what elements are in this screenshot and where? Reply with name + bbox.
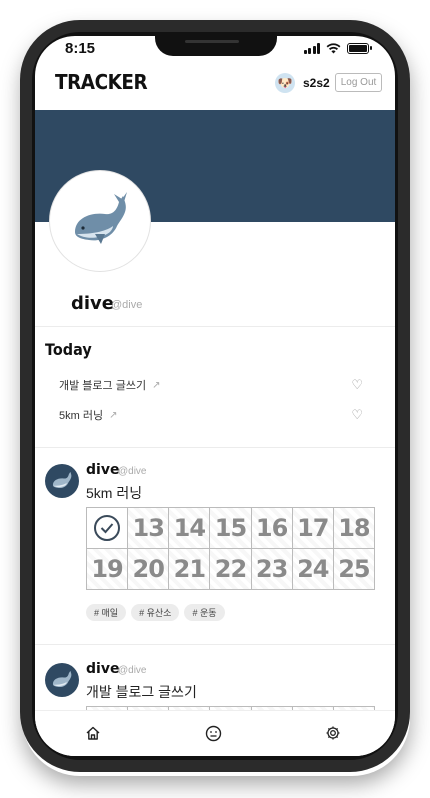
day-cell[interactable]: 24 <box>292 549 334 590</box>
tag-chip[interactable]: # 운동 <box>184 604 225 621</box>
day-cell[interactable]: 20 <box>128 549 170 590</box>
arrow-up-right-icon: ↗ <box>109 409 118 421</box>
day-cell[interactable]: 18 <box>333 508 375 549</box>
speaker-grill <box>185 40 239 43</box>
logout-button[interactable]: Log Out <box>335 73 382 92</box>
post-handle: @dive <box>118 665 147 676</box>
day-cell-checked[interactable] <box>87 508 129 549</box>
post-title[interactable]: 5km 러닝 <box>86 483 142 503</box>
check-icon <box>94 515 121 541</box>
smile-icon[interactable] <box>203 723 223 743</box>
day-cell[interactable]: 13 <box>128 508 170 549</box>
whale-icon <box>52 471 72 489</box>
day-cell[interactable]: 23 <box>251 549 293 590</box>
gear-icon[interactable] <box>323 723 343 743</box>
battery-icon <box>347 43 372 54</box>
status-time: 8:15 <box>65 40 96 57</box>
wifi-icon <box>326 43 341 54</box>
day-cell[interactable]: 25 <box>333 549 375 590</box>
user-avatar[interactable]: 🐶 <box>275 73 295 93</box>
signal-icon <box>303 43 320 54</box>
post-avatar[interactable] <box>45 464 79 498</box>
username-label[interactable]: s2s2 <box>303 76 330 90</box>
heart-icon[interactable]: ♡ <box>351 377 363 393</box>
tag-chip[interactable]: # 유산소 <box>131 604 180 621</box>
today-item[interactable]: 5km 러닝 ↗ ♡ <box>59 406 363 424</box>
habit-calendar: 13 14 15 16 17 18 19 20 21 22 23 24 25 <box>86 507 375 590</box>
whale-icon <box>52 670 72 688</box>
day-cell[interactable]: 15 <box>210 508 252 549</box>
heart-icon[interactable]: ♡ <box>351 407 363 423</box>
today-item-label: 개발 블로그 글쓰기 <box>59 380 147 392</box>
profile-avatar <box>49 170 151 272</box>
notch <box>155 36 277 56</box>
post-title[interactable]: 개발 블로그 글쓰기 <box>86 682 197 702</box>
post-handle: @dive <box>118 466 147 477</box>
profile-name: dive <box>71 293 114 314</box>
post-author[interactable]: dive <box>86 462 119 478</box>
status-icons <box>303 43 372 54</box>
day-cell[interactable]: 14 <box>169 508 211 549</box>
post-author[interactable]: dive <box>86 661 119 677</box>
profile-handle: @dive <box>111 299 143 311</box>
today-item[interactable]: 개발 블로그 글쓰기 ↗ ♡ <box>59 376 363 394</box>
app-header: TRACKER 🐶 s2s2 Log Out <box>35 64 395 110</box>
home-icon[interactable] <box>83 723 103 743</box>
day-cell[interactable]: 21 <box>169 549 211 590</box>
whale-icon <box>75 192 127 244</box>
section-divider <box>35 326 395 327</box>
tag-chip[interactable]: # 매일 <box>86 604 127 621</box>
today-item-label: 5km 러닝 <box>59 410 104 422</box>
main-scroll[interactable]: dive @dive Today 개발 블로그 글쓰기 ↗ ♡ 5km 러닝 ↗… <box>35 110 395 710</box>
post-avatar[interactable] <box>45 663 79 697</box>
today-heading: Today <box>45 340 92 359</box>
arrow-up-right-icon: ↗ <box>152 379 161 391</box>
day-cell[interactable]: 22 <box>210 549 252 590</box>
bottom-tab-bar <box>35 710 395 756</box>
day-cell[interactable]: 19 <box>87 549 129 590</box>
app-logo[interactable]: TRACKER <box>55 70 148 94</box>
day-cell[interactable]: 16 <box>251 508 293 549</box>
section-divider <box>35 644 395 645</box>
section-divider <box>35 447 395 448</box>
app-screen: 8:15 TRACKER 🐶 s2s2 Log Out dive @dive T… <box>35 36 395 756</box>
tag-list: # 매일 # 유산소 # 운동 <box>86 604 225 621</box>
day-cell[interactable]: 17 <box>292 508 334 549</box>
